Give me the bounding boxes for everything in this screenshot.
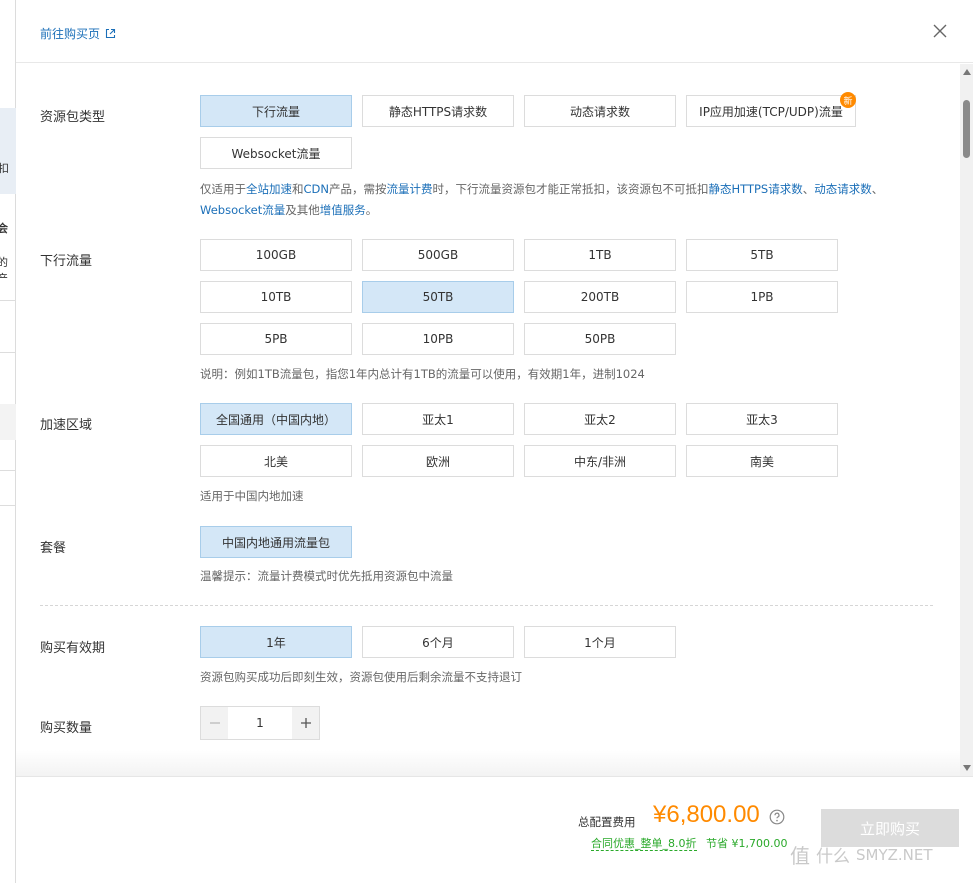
period-label: 购买有效期 bbox=[40, 641, 106, 656]
link-cdn[interactable]: CDN bbox=[304, 182, 330, 196]
watermark-text: SMYZ.NET bbox=[856, 845, 933, 864]
background-divider bbox=[0, 470, 16, 471]
background-page-strip: 扣 会 的 产 bbox=[0, 0, 16, 883]
vertical-scrollbar[interactable] bbox=[960, 64, 973, 776]
background-fragment: 产 bbox=[0, 272, 8, 285]
plan-label: 套餐 bbox=[40, 541, 67, 556]
package-type-note: 仅适用于全站加速和CDN产品，需按流量计费时，下行流量资源包才能正常抵扣，该资源… bbox=[200, 179, 920, 221]
option-period-1-month[interactable]: 1个月 bbox=[524, 626, 676, 658]
minus-icon bbox=[209, 722, 220, 724]
background-fragment: 的 bbox=[0, 256, 8, 269]
option-traffic-5tb[interactable]: 5TB bbox=[686, 239, 838, 271]
option-static-https-requests[interactable]: 静态HTTPS请求数 bbox=[362, 95, 514, 127]
watermark-suffix: 什么 bbox=[816, 847, 850, 867]
dialog-content: 资源包类型 下行流量 静态HTTPS请求数 动态请求数 IP应用加速(TCP/U… bbox=[16, 64, 960, 776]
note-text: 、 bbox=[802, 182, 815, 196]
total-cost-label: 总配置费用 bbox=[578, 815, 636, 829]
option-traffic-50tb[interactable]: 50TB bbox=[362, 281, 514, 313]
background-fragment: 会 bbox=[0, 222, 8, 235]
option-region-mainland[interactable]: 全国通用（中国内地） bbox=[200, 403, 352, 435]
note-text: 。 bbox=[365, 203, 378, 217]
scrollbar-thumb[interactable] bbox=[963, 100, 970, 158]
note-text: 及其他 bbox=[285, 203, 320, 217]
close-icon[interactable] bbox=[931, 22, 949, 40]
package-type-label: 资源包类型 bbox=[40, 110, 106, 125]
option-ip-acceleration-label: IP应用加速(TCP/UDP)流量 bbox=[699, 104, 843, 119]
option-ip-acceleration[interactable]: IP应用加速(TCP/UDP)流量 新 bbox=[686, 92, 856, 127]
option-region-apac3[interactable]: 亚太3 bbox=[686, 403, 838, 435]
option-region-apac1[interactable]: 亚太1 bbox=[362, 403, 514, 435]
option-traffic-10tb[interactable]: 10TB bbox=[200, 281, 352, 313]
increment-button[interactable] bbox=[292, 707, 319, 739]
new-badge: 新 bbox=[840, 92, 856, 108]
option-websocket-traffic[interactable]: Websocket流量 bbox=[200, 137, 352, 169]
traffic-note: 说明：例如1TB流量包，指您1年内总计有1TB的流量可以使用，有效期1年，进制1… bbox=[200, 367, 645, 381]
option-period-6-months[interactable]: 6个月 bbox=[362, 626, 514, 658]
option-downstream-traffic[interactable]: 下行流量 bbox=[200, 95, 352, 127]
dialog-header: 前往购买页 bbox=[16, 0, 973, 63]
link-traffic-billing[interactable]: 流量计费 bbox=[387, 182, 433, 196]
saving-amount: 节省 ¥1,700.00 bbox=[706, 837, 788, 850]
link-full-site-acceleration[interactable]: 全站加速 bbox=[246, 182, 292, 196]
plan-note: 温馨提示：流量计费模式时优先抵用资源包中流量 bbox=[200, 569, 453, 583]
quantity-input[interactable]: 1 bbox=[228, 707, 292, 739]
option-region-middle-east-africa[interactable]: 中东/非洲 bbox=[524, 445, 676, 477]
section-divider bbox=[40, 605, 933, 606]
option-traffic-500gb[interactable]: 500GB bbox=[362, 239, 514, 271]
option-dynamic-requests[interactable]: 动态请求数 bbox=[524, 95, 676, 127]
quantity-label: 购买数量 bbox=[40, 721, 93, 736]
option-traffic-5pb[interactable]: 5PB bbox=[200, 323, 352, 355]
total-price: ¥6,800.00 bbox=[653, 801, 760, 828]
contract-discount-label: 合同优惠_整单_8.0折 bbox=[591, 837, 697, 851]
traffic-label: 下行流量 bbox=[40, 254, 93, 269]
decrement-button[interactable] bbox=[201, 707, 228, 739]
background-divider bbox=[0, 352, 16, 353]
quantity-stepper: 1 bbox=[200, 706, 320, 740]
option-traffic-1tb[interactable]: 1TB bbox=[524, 239, 676, 271]
link-websocket[interactable]: Websocket流量 bbox=[200, 203, 285, 217]
scroll-up-icon[interactable] bbox=[960, 64, 973, 80]
background-divider bbox=[0, 505, 16, 506]
option-traffic-50pb[interactable]: 50PB bbox=[524, 323, 676, 355]
option-traffic-200tb[interactable]: 200TB bbox=[524, 281, 676, 313]
note-text: 仅适用于 bbox=[200, 182, 246, 196]
link-dynamic-requests[interactable]: 动态请求数 bbox=[814, 182, 872, 196]
content-fade bbox=[16, 750, 960, 776]
option-region-apac2[interactable]: 亚太2 bbox=[524, 403, 676, 435]
note-text: 时，下行流量资源包才能正常抵扣，该资源包不可抵扣 bbox=[432, 182, 709, 196]
plus-icon bbox=[300, 718, 311, 728]
contract-discount: 合同优惠_整单_8.0折 bbox=[591, 835, 697, 851]
option-region-south-america[interactable]: 南美 bbox=[686, 445, 838, 477]
option-region-north-america[interactable]: 北美 bbox=[200, 445, 352, 477]
watermark-glyph: 值 bbox=[790, 844, 810, 868]
scroll-down-icon[interactable] bbox=[960, 760, 973, 776]
purchase-dialog: 前往购买页 资源包类型 下行流量 静态HTTPS请求数 动态请求数 IP应用加速… bbox=[16, 0, 973, 883]
option-traffic-10pb[interactable]: 10PB bbox=[362, 323, 514, 355]
option-region-europe[interactable]: 欧洲 bbox=[362, 445, 514, 477]
option-traffic-1pb[interactable]: 1PB bbox=[686, 281, 838, 313]
note-text: 产品，需按 bbox=[329, 182, 387, 196]
background-band bbox=[0, 108, 16, 194]
link-static-https[interactable]: 静态HTTPS请求数 bbox=[709, 182, 803, 196]
region-note: 适用于中国内地加速 bbox=[200, 489, 304, 503]
period-note: 资源包购买成功后即刻生效，资源包使用后剩余流量不支持退订 bbox=[200, 670, 522, 684]
note-text: 和 bbox=[292, 182, 304, 196]
region-label: 加速区域 bbox=[40, 418, 93, 433]
note-text: 、 bbox=[871, 182, 884, 196]
background-fragment: 扣 bbox=[0, 162, 9, 175]
go-to-purchase-link[interactable]: 前往购买页 bbox=[40, 25, 116, 42]
background-band bbox=[0, 404, 16, 440]
go-to-purchase-label: 前往购买页 bbox=[40, 27, 101, 41]
option-plan-mainland-package[interactable]: 中国内地通用流量包 bbox=[200, 526, 352, 558]
link-value-added-services[interactable]: 增值服务 bbox=[320, 203, 366, 217]
external-link-icon bbox=[105, 28, 116, 39]
option-period-1-year[interactable]: 1年 bbox=[200, 626, 352, 658]
option-traffic-100gb[interactable]: 100GB bbox=[200, 239, 352, 271]
watermark: 值 什么 SMYZ.NET bbox=[790, 840, 933, 869]
help-icon[interactable] bbox=[769, 809, 785, 825]
background-divider bbox=[0, 300, 16, 301]
